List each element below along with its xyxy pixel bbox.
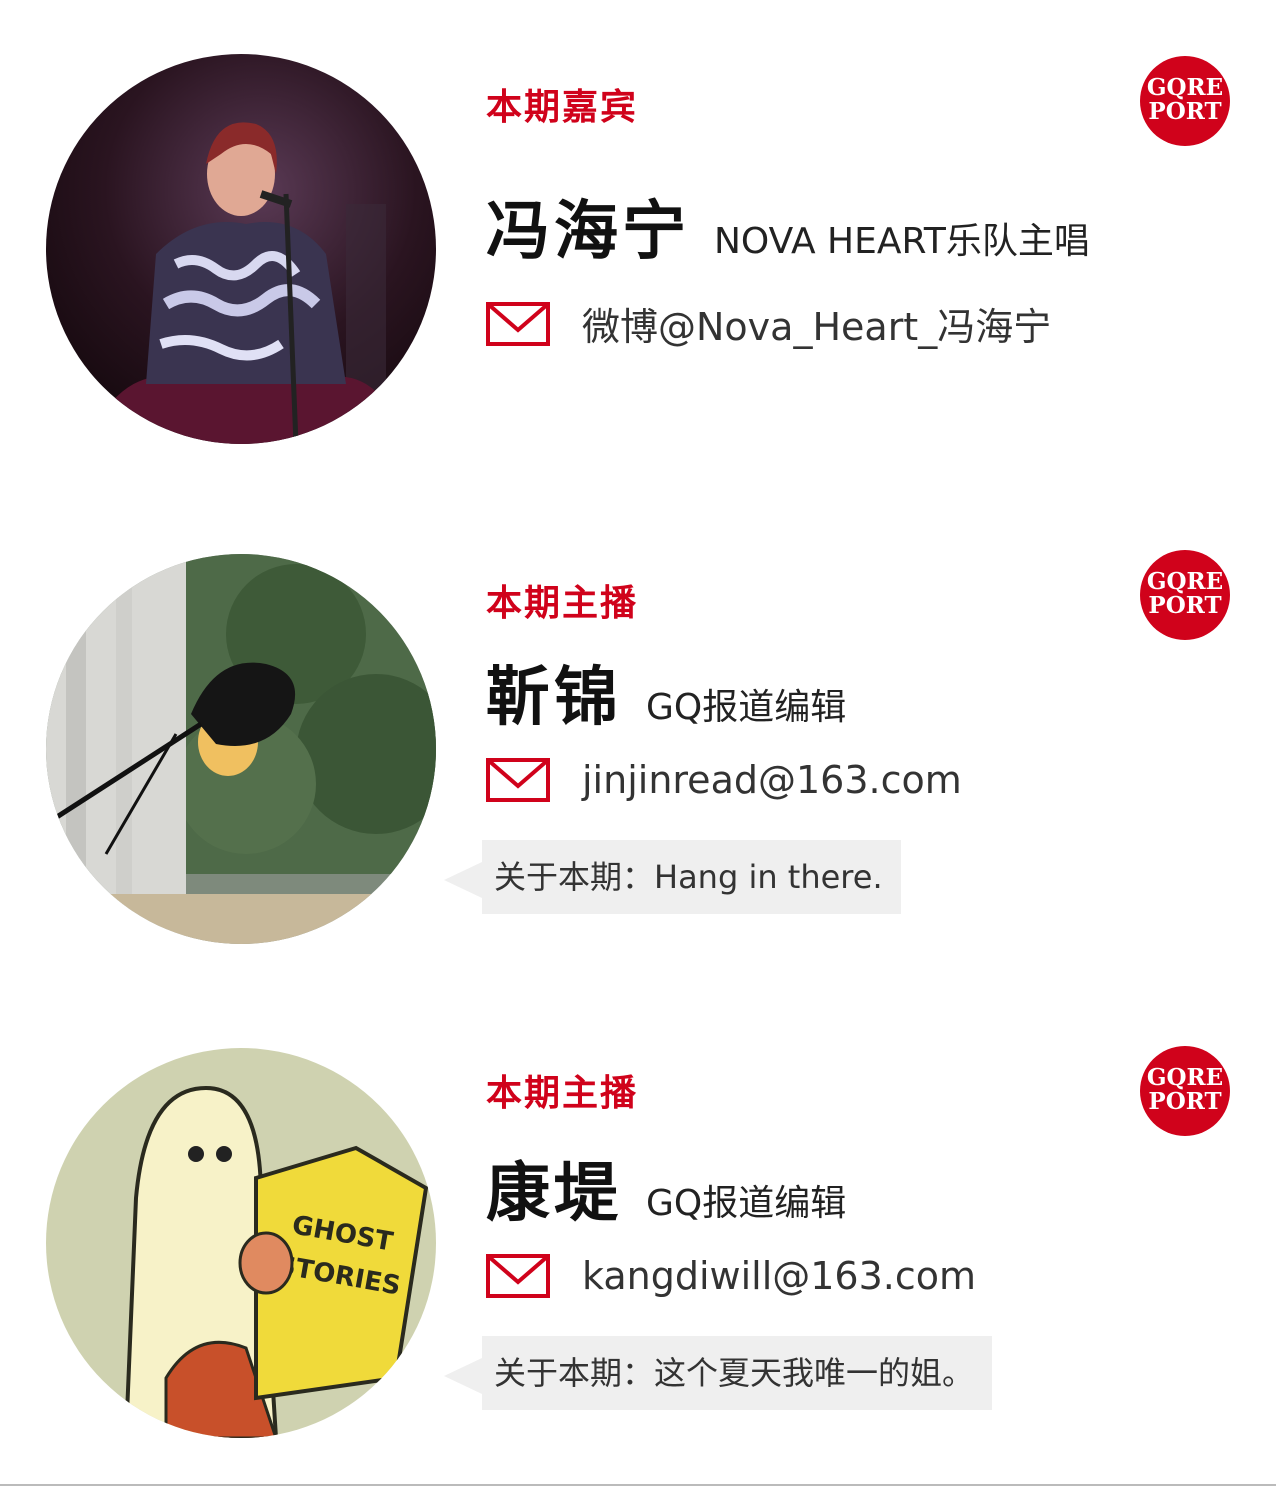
contact-row: 微博@Nova_Heart_冯海宁	[486, 296, 1051, 351]
contact-row: kangdiwill@163.com	[486, 1254, 976, 1298]
mail-icon	[486, 758, 550, 802]
person-title: GQ报道编辑	[646, 687, 847, 728]
contact-text[interactable]: jinjinread@163.com	[582, 758, 962, 802]
speech-arrow-icon	[444, 862, 482, 898]
role-label: 本期主播	[486, 583, 639, 624]
speech-arrow-icon	[444, 1358, 482, 1394]
gq-report-logo: GQRE PORT	[1140, 550, 1230, 640]
name-line: 靳锦 GQ报道编辑	[486, 646, 846, 738]
about-note-text: 关于本期：Hang in there.	[482, 840, 901, 914]
role-label: 本期主播	[486, 1073, 639, 1114]
about-note-text: 关于本期：这个夏天我唯一的姐。	[482, 1336, 993, 1410]
profile-card-host-1: 本期主播 靳锦 GQ报道编辑 jinjinread@163.com 关于本期：Ha…	[0, 496, 1276, 944]
contact-text[interactable]: kangdiwill@163.com	[582, 1254, 976, 1298]
mail-icon	[486, 301, 550, 346]
gq-report-logo: GQRE PORT	[1140, 1046, 1230, 1136]
name-line: 康堤 GQ报道编辑	[486, 1142, 846, 1234]
profile-card-host-2: GHOST STORIES 本期主播 康堤 GQ报道编辑 kangdiwill@1…	[0, 992, 1276, 1438]
profile-card-guest: 本期嘉宾 冯海宁 NOVA HEART乐队主唱 微博@Nova_Heart_冯海宁…	[0, 0, 1276, 444]
contact-row: jinjinread@163.com	[486, 758, 962, 802]
contact-text[interactable]: 微博@Nova_Heart_冯海宁	[582, 296, 1051, 351]
guest-avatar	[46, 54, 436, 444]
person-name: 靳锦	[486, 661, 622, 735]
bottom-divider	[0, 1484, 1276, 1486]
gq-report-logo: GQRE PORT	[1140, 56, 1230, 146]
host-avatar: GHOST STORIES	[46, 1048, 436, 1438]
person-name: 冯海宁	[486, 195, 690, 269]
host-avatar	[46, 554, 436, 944]
person-name: 康堤	[486, 1157, 622, 1231]
name-line: 冯海宁 NOVA HEART乐队主唱	[486, 180, 1090, 272]
role-label: 本期嘉宾	[486, 87, 639, 128]
mail-icon	[486, 1254, 550, 1298]
person-title: NOVA HEART乐队主唱	[714, 221, 1090, 262]
person-title: GQ报道编辑	[646, 1183, 847, 1224]
